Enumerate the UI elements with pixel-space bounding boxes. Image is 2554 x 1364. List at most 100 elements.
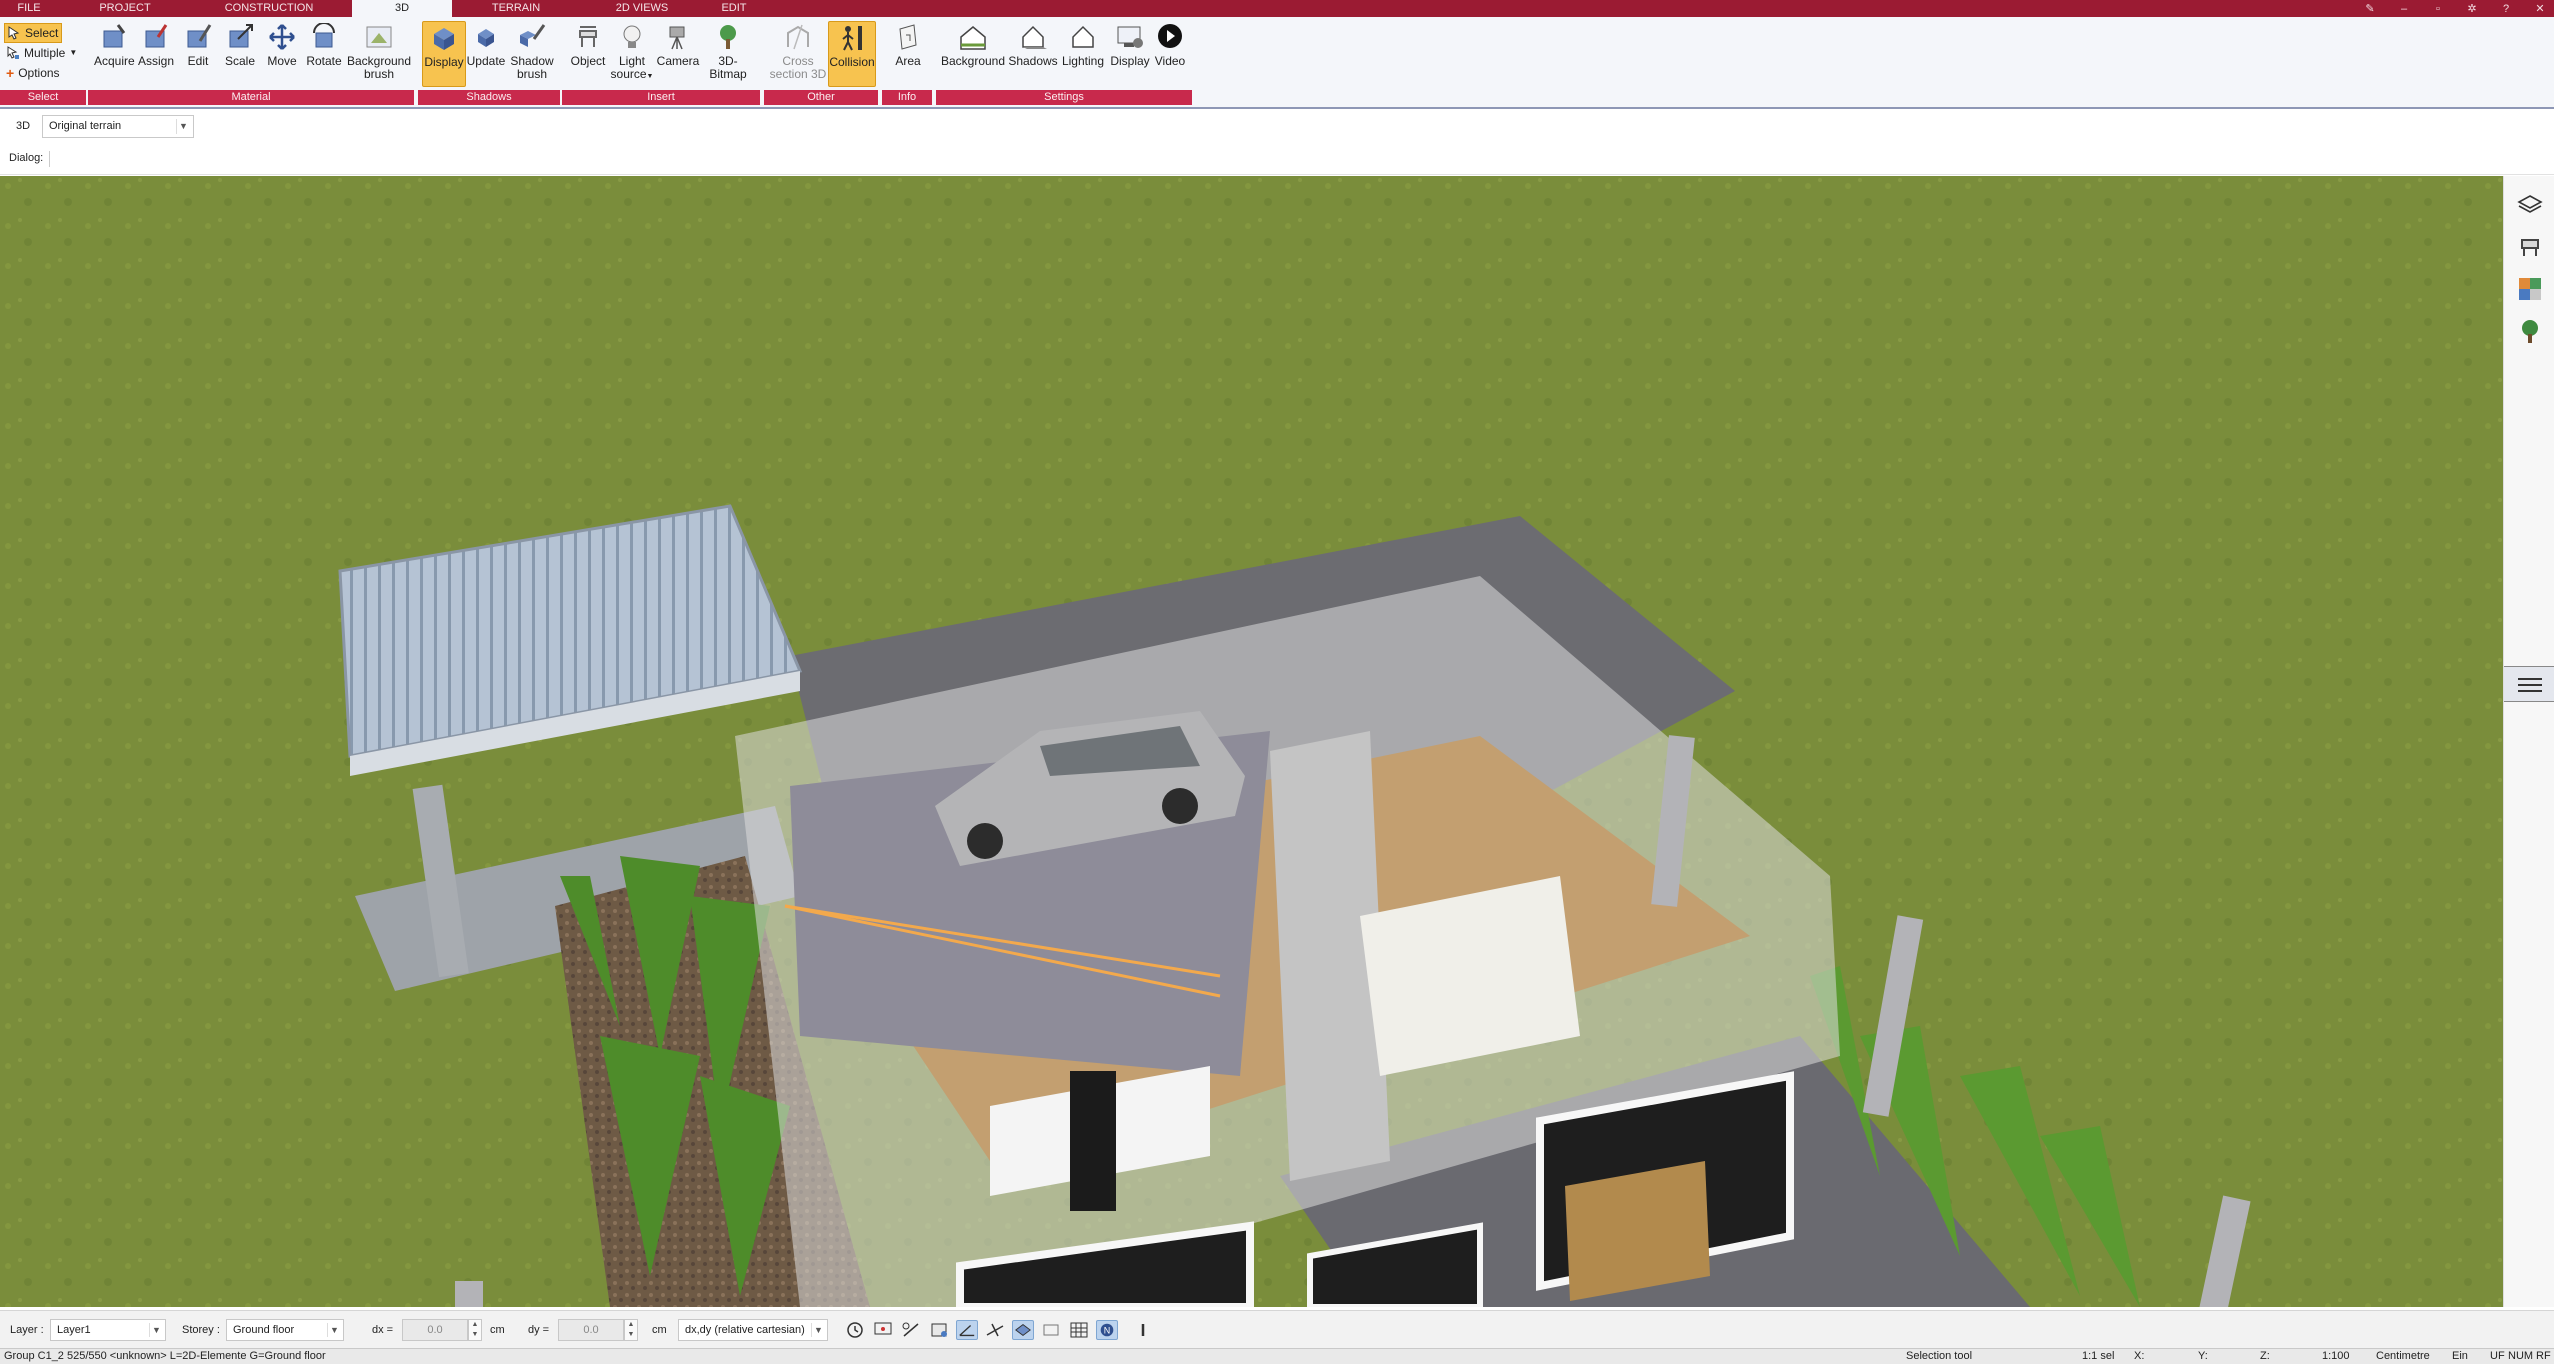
select-group: Select Multiple ▼ + Options xyxy=(4,23,90,83)
background-brush-icon xyxy=(366,26,392,48)
shadow-brush-button[interactable]: Shadow brush xyxy=(508,23,556,81)
multiple-button[interactable]: Multiple ▼ xyxy=(4,43,90,63)
shadows-display-button[interactable]: Display xyxy=(422,21,466,87)
monitor-icon[interactable] xyxy=(872,1320,894,1340)
coordinate-input-bar: Layer : Layer1 ▼ Storey : Ground floor ▼… xyxy=(0,1310,2554,1348)
display-settings-button[interactable]: Display xyxy=(1108,23,1152,68)
camera-icon xyxy=(669,26,685,50)
rotate-button[interactable]: Rotate xyxy=(306,23,342,68)
north-icon[interactable]: N xyxy=(1096,1320,1118,1340)
collision-icon xyxy=(842,26,862,51)
coordinate-mode-select[interactable]: dx,dy (relative cartesian) ▼ xyxy=(678,1319,828,1341)
snap-icon[interactable] xyxy=(928,1320,950,1340)
cross-section-3d-button[interactable]: Cross section 3D xyxy=(768,23,828,81)
object-icon xyxy=(579,26,597,47)
background-brush-button[interactable]: Background brush xyxy=(346,23,412,81)
minimize-icon[interactable]: – xyxy=(2396,3,2412,15)
plant-icon[interactable] xyxy=(2517,318,2543,344)
chevron-down-icon: ▼ xyxy=(149,1323,163,1337)
lighting-settings-button[interactable]: Lighting xyxy=(1058,23,1108,68)
tab-2d-views[interactable]: 2D VIEWS xyxy=(582,0,702,17)
update-button[interactable]: Update xyxy=(466,23,506,68)
chevron-down-icon: ▼ xyxy=(327,1323,341,1337)
dialog-toolbar xyxy=(0,143,2554,175)
menu-tab-strip: FILE PROJECT CONSTRUCTION 3D TERRAIN 2D … xyxy=(0,0,2554,17)
grid-icon[interactable] xyxy=(1068,1320,1090,1340)
dialog-label: Dialog: xyxy=(9,151,51,167)
object-button[interactable]: Object xyxy=(568,23,608,68)
video-button[interactable]: Video xyxy=(1150,23,1190,68)
tab-construction[interactable]: CONSTRUCTION xyxy=(192,0,346,17)
cross-section-icon xyxy=(787,24,809,50)
3d-viewport[interactable] xyxy=(0,176,2503,1307)
dy-unit: cm xyxy=(652,1324,667,1336)
select-button[interactable]: Select xyxy=(4,23,62,43)
dy-spinner[interactable]: ▲ ▼ xyxy=(624,1319,638,1341)
background-settings-button[interactable]: Background xyxy=(938,23,1008,68)
close-icon[interactable]: ✕ xyxy=(2532,2,2548,15)
status-rf: RF xyxy=(2536,1350,2551,1362)
update-icon xyxy=(478,29,494,47)
settings-icon[interactable]: ✲ xyxy=(2464,2,2480,15)
area-icon xyxy=(899,24,917,50)
materials-icon[interactable] xyxy=(2517,276,2543,302)
options-label: Options xyxy=(18,66,60,80)
shadows-settings-button[interactable]: Shadows xyxy=(1008,23,1058,68)
panel-drag-handle[interactable] xyxy=(2504,666,2554,702)
status-unit: Centimetre xyxy=(2376,1350,2430,1362)
object-snap-icon[interactable] xyxy=(1040,1320,1062,1340)
multiple-label: Multiple xyxy=(24,46,66,60)
light-source-button[interactable]: Light source▼ xyxy=(610,23,654,83)
acquire-button[interactable]: Acquire xyxy=(94,23,135,68)
hamburger-icon xyxy=(2518,678,2542,692)
area-button[interactable]: Area xyxy=(888,23,928,68)
assign-icon xyxy=(145,24,168,48)
bitmap-icon xyxy=(720,25,736,49)
dy-input[interactable]: 0.0 xyxy=(558,1319,624,1341)
video-icon xyxy=(1158,24,1182,48)
assign-button[interactable]: Assign xyxy=(136,23,176,68)
status-x: X: xyxy=(2134,1350,2145,1362)
edit-button[interactable]: Edit xyxy=(180,23,216,68)
perpendicular-icon[interactable] xyxy=(984,1320,1006,1340)
layers-icon[interactable] xyxy=(2517,192,2543,218)
select-icon xyxy=(8,26,20,40)
scale-button[interactable]: Scale xyxy=(222,23,258,68)
status-y: Y: xyxy=(2198,1350,2208,1362)
terrain-select[interactable]: Original terrain ▼ xyxy=(42,115,194,138)
select-label: Select xyxy=(25,26,59,40)
measure-icon[interactable] xyxy=(900,1320,922,1340)
edit-icon xyxy=(187,24,212,48)
dx-input[interactable]: 0.0 xyxy=(402,1319,468,1341)
tab-file[interactable]: FILE xyxy=(0,0,58,17)
angle-snap-icon[interactable] xyxy=(956,1320,978,1340)
more-options-icon[interactable] xyxy=(1132,1320,1154,1340)
storey-label: Storey : xyxy=(182,1324,220,1336)
move-button[interactable]: Move xyxy=(264,23,300,68)
layer-select[interactable]: Layer1 ▼ xyxy=(50,1319,166,1341)
restore-icon[interactable]: ▫ xyxy=(2430,3,2446,15)
tab-project[interactable]: PROJECT xyxy=(62,0,188,17)
plane-snap-icon[interactable] xyxy=(1012,1320,1034,1340)
tab-3d[interactable]: 3D xyxy=(352,0,452,17)
dx-label: dx = xyxy=(372,1324,394,1336)
help-icon[interactable]: ? xyxy=(2498,3,2514,15)
storey-select[interactable]: Ground floor ▼ xyxy=(226,1319,344,1341)
options-button[interactable]: + Options xyxy=(4,63,90,83)
move-icon xyxy=(269,24,295,50)
collision-button[interactable]: Collision xyxy=(828,21,876,87)
dx-spinner[interactable]: ▲ ▼ xyxy=(468,1319,482,1341)
3d-scene-render xyxy=(0,176,2503,1307)
status-ein: Ein xyxy=(2452,1350,2468,1362)
acquire-icon xyxy=(103,24,126,48)
furniture-icon[interactable] xyxy=(2517,234,2543,260)
history-icon[interactable] xyxy=(844,1320,866,1340)
tab-terrain[interactable]: TERRAIN xyxy=(456,0,576,17)
shadows-icon xyxy=(1022,25,1047,49)
tools-icon[interactable]: ✎ xyxy=(2362,2,2378,15)
camera-button[interactable]: Camera xyxy=(656,23,700,68)
tab-edit[interactable]: EDIT xyxy=(706,0,762,17)
chevron-down-icon: ▼ xyxy=(69,48,78,57)
dy-label: dy = xyxy=(528,1324,550,1336)
3d-bitmap-button[interactable]: 3D-Bitmap xyxy=(700,23,756,81)
